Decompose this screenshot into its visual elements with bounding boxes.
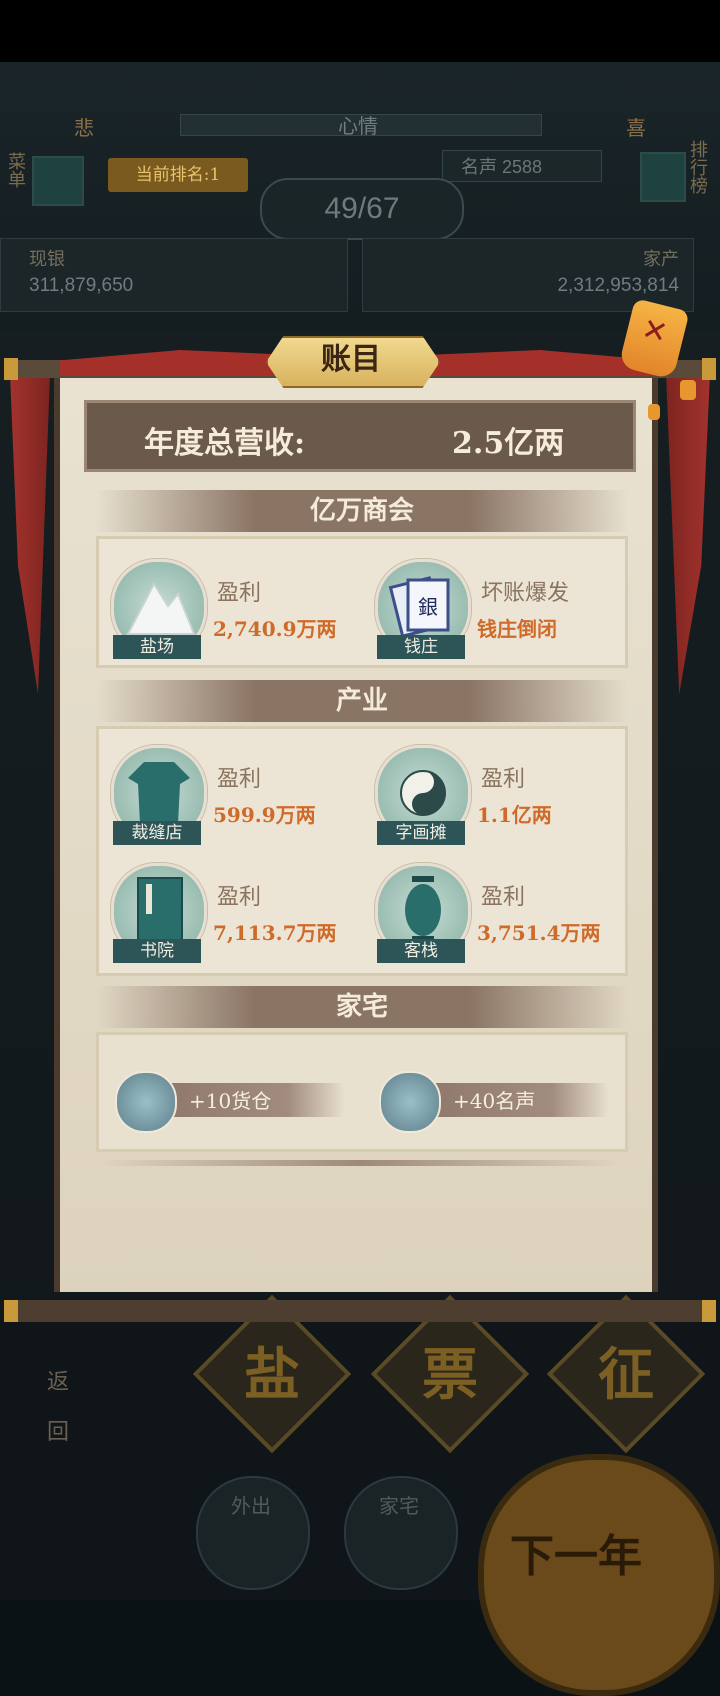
home-label: 家宅 [379,1494,419,1518]
modal-title: 账目 [321,342,381,377]
mood-sad-label: 悲 [74,116,94,140]
inn-item[interactable]: 客栈 盈利 3,751.4万两 [363,851,613,963]
silver-value: 311,879,650 [29,275,134,296]
chamber-heading: 亿万商会 [96,490,628,532]
chamber-section: 盐场 盈利 2,740.9万两 銀 钱庄 坏账爆发 钱庄倒闭 [96,536,628,668]
residence-item-warehouse: +10货仓 [115,1059,375,1135]
lady-portrait-icon [379,1071,441,1133]
scroll-rod-bottom [4,1300,716,1322]
divider [100,1160,620,1166]
small-lantern-icon [680,380,696,400]
item-status: 盈利 [217,767,262,792]
academy-item[interactable]: 书院 盈利 7,113.7万两 [99,851,349,963]
menu-icon [32,156,84,206]
item-tag: 书院 [113,939,201,963]
lady-portrait-icon [115,1071,177,1133]
back-label-2: 回 [46,1420,69,1445]
residence-heading: 家宅 [96,986,628,1028]
menu-button[interactable]: 菜单 [4,152,84,206]
silver-card: 现银 311,879,650 [0,238,348,312]
item-tag: 钱庄 [377,635,465,659]
item-status: 盈利 [217,885,262,910]
back-button[interactable]: 返 回 [26,1348,90,1458]
industry-heading: 产业 [96,680,628,722]
item-status: 坏账爆发 [481,581,570,606]
assets-label: 家产 [643,249,679,270]
next-year-label: 下一年 [510,1531,642,1582]
item-value: 7,113.7万两 [213,921,337,945]
rank-badge: 当前排名:1 [108,158,248,192]
close-button[interactable]: ✕ [618,298,690,380]
day-counter: 49/67 [260,178,464,240]
item-status: 盈利 [217,581,262,606]
residence-item-fame: +40名声 [379,1059,639,1135]
item-tag: 字画摊 [377,821,465,845]
outing-label: 外出 [231,1494,271,1518]
revenue-label: 年度总营收: [144,426,306,461]
back-label-1: 返 [46,1370,69,1395]
item-value: 599.9万两 [213,803,316,827]
svg-text:銀: 銀 [418,595,438,619]
industry-section: 裁缝店 盈利 599.9万两 字画摊 盈利 1.1亿两 书院 盈利 7,113.… [96,726,628,976]
small-lantern-icon [648,404,660,420]
menu-label: 菜单 [5,152,26,188]
assets-value: 2,312,953,814 [557,275,679,296]
leaderboard-label: 排行榜 [687,140,708,194]
item-tag: 盐场 [113,635,201,659]
item-value: 3,751.4万两 [477,921,601,945]
item-tag: 裁缝店 [113,821,201,845]
residence-section: +10货仓 +40名声 [96,1032,628,1152]
leaderboard-icon [640,152,686,202]
salt-field-item[interactable]: 盐场 盈利 2,740.9万两 [99,547,349,659]
residence-bonus: +40名声 [453,1089,536,1113]
mood-label: 心情 [338,114,378,138]
leaderboard-button[interactable]: 排行榜 [640,140,716,210]
item-value: 1.1亿两 [477,803,552,827]
ticket-action-label: 票 [422,1342,478,1408]
item-value: 钱庄倒闭 [477,617,557,641]
silver-label: 现银 [29,249,65,270]
painting-stall-item[interactable]: 字画摊 盈利 1.1亿两 [363,733,613,845]
revenue-value: 2.5亿两 [452,426,565,461]
item-status: 盈利 [481,885,526,910]
item-status: 盈利 [481,767,526,792]
bank-item[interactable]: 銀 钱庄 坏账爆发 钱庄倒闭 [363,547,613,659]
levy-action-label: 征 [598,1342,654,1408]
salt-action-label: 盐 [244,1342,300,1408]
mood-happy-label: 喜 [626,116,646,140]
tailor-shop-item[interactable]: 裁缝店 盈利 599.9万两 [99,733,349,845]
item-tag: 客栈 [377,939,465,963]
item-value: 2,740.9万两 [213,617,337,641]
residence-bonus: +10货仓 [189,1089,272,1113]
fame-display: 名声 2588 [442,150,602,182]
status-bar [0,0,720,62]
